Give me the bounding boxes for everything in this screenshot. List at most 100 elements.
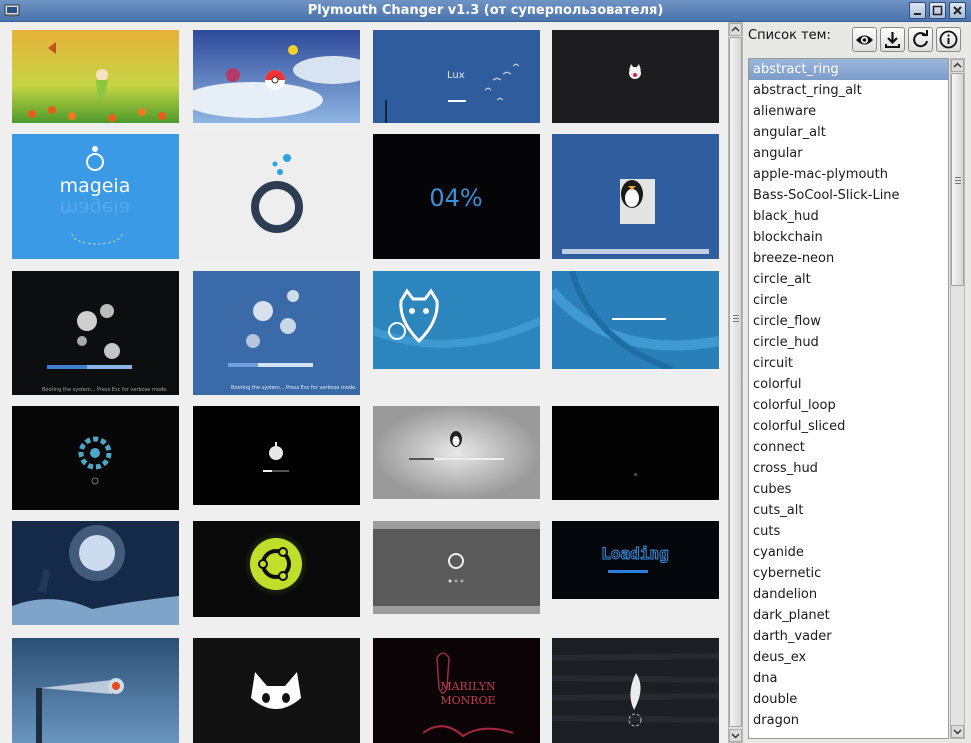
theme-list-item[interactable]: breeze-neon: [749, 248, 948, 269]
cat-face-preview: [193, 638, 360, 743]
scroll-up-arrow[interactable]: [729, 23, 742, 36]
install-button[interactable]: [880, 27, 905, 52]
download-icon: [885, 32, 900, 48]
theme-list-item[interactable]: circle_flow: [749, 311, 948, 332]
theme-thumbnail[interactable]: [552, 406, 719, 500]
theme-thumbnail[interactable]: [193, 134, 360, 259]
theme-thumbnail[interactable]: [373, 521, 540, 614]
loading-preview: Loading: [552, 521, 719, 599]
lux-logo-text: Lux: [447, 70, 465, 81]
minimize-icon: [914, 13, 921, 15]
theme-list-item[interactable]: dragon: [749, 710, 948, 731]
marilyn-monroe-preview: MARILYN MONROE: [373, 638, 540, 743]
theme-list-item[interactable]: colorful: [749, 374, 948, 395]
theme-thumbnail[interactable]: [373, 406, 540, 499]
theme-list-item[interactable]: abstract_ring: [749, 59, 948, 80]
theme-list-item[interactable]: black_hud: [749, 206, 948, 227]
theme-thumbnail[interactable]: [193, 406, 360, 505]
maximize-icon: [932, 5, 943, 16]
theme-list-item[interactable]: circle: [749, 290, 948, 311]
theme-list-item[interactable]: cubes: [749, 479, 948, 500]
theme-list-items: abstract_ring abstract_ring_alt alienware a…: [749, 59, 948, 731]
theme-list-item[interactable]: darth_vader: [749, 626, 948, 647]
theme-list-item[interactable]: cybernetic: [749, 563, 948, 584]
theme-list-item[interactable]: circle_hud: [749, 332, 948, 353]
theme-thumbnail[interactable]: [373, 271, 540, 369]
refresh-icon: [913, 30, 928, 48]
theme-thumbnail[interactable]: [552, 30, 719, 123]
mageia-logo-text: mageia: [60, 175, 131, 197]
list-scroll-handle[interactable]: [951, 73, 964, 286]
theme-thumbnail[interactable]: Booting the system... Press Esc for verb…: [12, 271, 179, 395]
close-button[interactable]: [949, 2, 966, 19]
theme-thumbnail[interactable]: [552, 134, 719, 259]
gallery-scrollbar[interactable]: [728, 22, 743, 743]
lux-birds-preview: Lux: [373, 30, 540, 123]
theme-list-item[interactable]: alienware: [749, 101, 948, 122]
theme-list-item[interactable]: deus_ex: [749, 647, 948, 668]
list-scroll-up-arrow[interactable]: [951, 59, 964, 72]
theme-list-item[interactable]: cross_hud: [749, 458, 948, 479]
maximize-button[interactable]: [929, 2, 946, 19]
ubuntu-glow-preview: [193, 521, 360, 617]
theme-list-item[interactable]: Bass-SoCool-Slick-Line: [749, 185, 948, 206]
theme-thumbnail[interactable]: [193, 638, 360, 743]
gallery-scroll-handle[interactable]: [729, 37, 742, 727]
theme-thumbnail[interactable]: [193, 30, 360, 123]
theme-list-item[interactable]: dna: [749, 668, 948, 689]
cat-dark-preview: [552, 30, 719, 123]
dark-flowers-preview: Booting the system... Press Esc for verb…: [12, 271, 179, 395]
theme-list-item[interactable]: dark_planet: [749, 605, 948, 626]
theme-list-item[interactable]: dandelion: [749, 584, 948, 605]
preview-button[interactable]: [852, 27, 877, 52]
gear-ring-preview: [12, 406, 179, 510]
minimize-button[interactable]: [909, 2, 926, 19]
theme-thumbnail[interactable]: [12, 30, 179, 123]
chevron-down-icon: [953, 729, 962, 735]
theme-thumbnail[interactable]: [552, 638, 719, 743]
theme-list-item[interactable]: blockchain: [749, 227, 948, 248]
theme-list-item[interactable]: abstract_ring_alt: [749, 80, 948, 101]
theme-thumbnail[interactable]: [552, 271, 719, 369]
theme-thumbnail[interactable]: mageia mageia: [12, 134, 179, 259]
theme-list-item[interactable]: connect: [749, 437, 948, 458]
theme-list[interactable]: abstract_ring abstract_ring_alt alienware a…: [748, 58, 949, 739]
apple-mac-preview: [193, 406, 360, 505]
boot-message-text: Booting the system... Press Esc for verb…: [231, 385, 357, 391]
scroll-down-arrow[interactable]: [729, 729, 742, 742]
feather-preview: [552, 638, 719, 743]
chevron-up-icon: [731, 26, 740, 32]
theme-thumbnail[interactable]: Booting the system... Press Esc for verb…: [193, 271, 360, 395]
tux-toilet-preview: [552, 134, 719, 259]
theme-list-item[interactable]: circuit: [749, 353, 948, 374]
theme-list-item[interactable]: cuts: [749, 521, 948, 542]
theme-list-item[interactable]: circle_alt: [749, 269, 948, 290]
theme-list-item[interactable]: angular_alt: [749, 122, 948, 143]
theme-list-item[interactable]: cyanide: [749, 542, 948, 563]
theme-thumbnail[interactable]: [12, 406, 179, 510]
refresh-button[interactable]: [908, 27, 933, 52]
bubbles-ring-preview: [193, 134, 360, 259]
theme-thumbnail[interactable]: [12, 638, 179, 743]
theme-thumbnail[interactable]: [193, 521, 360, 617]
theme-list-item[interactable]: apple-mac-plymouth: [749, 164, 948, 185]
theme-list-scrollbar[interactable]: [950, 58, 965, 739]
theme-thumbnail[interactable]: Loading: [552, 521, 719, 599]
marilyn-title-text: MARILYN: [440, 680, 496, 693]
loading-logo-text: Loading: [601, 544, 668, 563]
theme-list-item[interactable]: colorful_loop: [749, 395, 948, 416]
black-hud-preview: [552, 406, 719, 500]
theme-thumbnail[interactable]: MARILYN MONROE: [373, 638, 540, 743]
list-scroll-down-arrow[interactable]: [951, 725, 964, 738]
theme-list-item[interactable]: cuts_alt: [749, 500, 948, 521]
theme-thumbnail[interactable]: 04%: [373, 134, 540, 259]
about-button[interactable]: [936, 27, 961, 52]
title-bar: Plymouth Changer v1.3 (от суперпользоват…: [0, 0, 971, 22]
theme-thumbnail[interactable]: [12, 521, 179, 625]
theme-thumbnail[interactable]: Lux: [373, 30, 540, 123]
theme-list-item[interactable]: double: [749, 689, 948, 710]
theme-list-item[interactable]: colorful_sliced: [749, 416, 948, 437]
blue-waves-preview: [552, 271, 719, 369]
theme-list-item[interactable]: angular: [749, 143, 948, 164]
chevron-down-icon: [731, 733, 740, 739]
